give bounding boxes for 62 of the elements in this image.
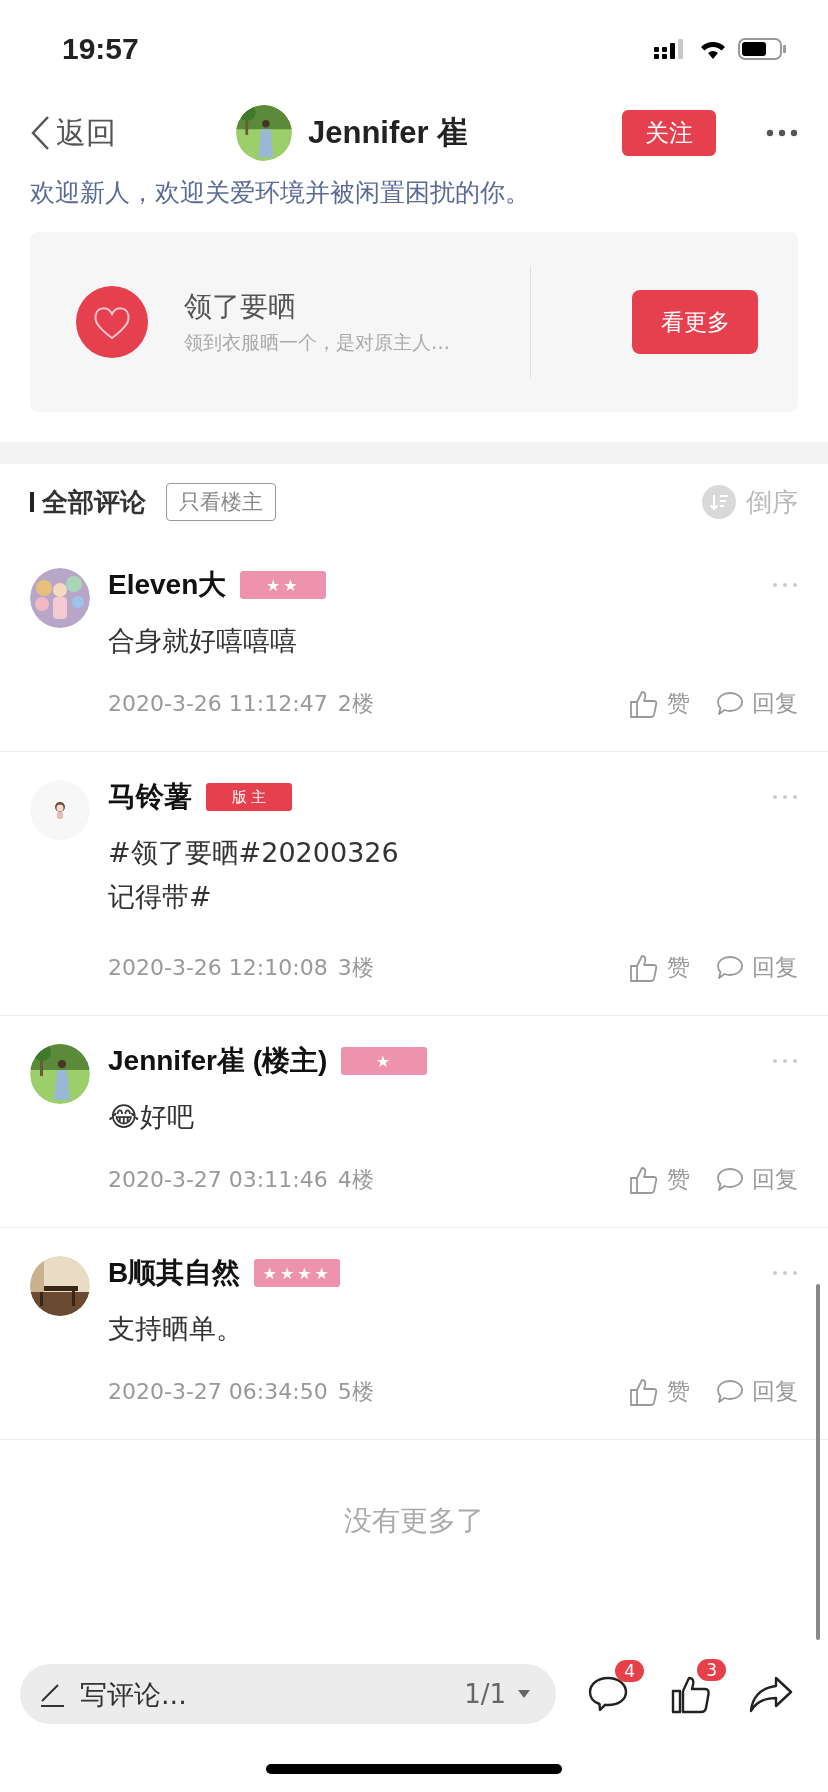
sort-icon	[702, 485, 736, 519]
comment-text: 记得带#	[108, 880, 213, 914]
comment-input[interactable]: 写评论... 1/1	[20, 1664, 556, 1724]
reply-button[interactable]: 回复	[716, 952, 798, 983]
floor-number: 3楼	[337, 953, 374, 982]
status-time: 19:57	[62, 32, 139, 66]
topic-description: 领到衣服晒一个，是对原主人…	[184, 330, 451, 355]
comments-button[interactable]: 4	[586, 1660, 644, 1714]
user-name[interactable]: Jennifer崔 (楼主)	[108, 1042, 328, 1080]
rank-badge: ★★★★	[254, 1259, 341, 1287]
intro-text: 欢迎新人，欢迎关爱环境并被闲置困扰的你。	[30, 178, 530, 208]
reply-button[interactable]: 回复	[716, 1376, 798, 1407]
speech-bubble-icon	[716, 1378, 744, 1405]
like-button[interactable]: 赞	[629, 1164, 690, 1195]
rank-badge: ★★	[240, 571, 327, 599]
rank-badge: ★	[341, 1047, 428, 1075]
see-more-button[interactable]: 看更多	[632, 290, 758, 354]
thumbs-up-icon	[629, 688, 659, 719]
follow-button[interactable]: 关注	[622, 110, 716, 156]
comment-text: 合身就好嘻嘻嘻	[108, 624, 298, 658]
page-indicator[interactable]: 1/1	[464, 1679, 506, 1709]
user-name[interactable]: 马铃薯	[108, 778, 192, 816]
speech-bubble-icon	[716, 954, 744, 981]
share-icon[interactable]	[748, 1674, 794, 1714]
thumbs-up-icon	[629, 952, 659, 983]
comment-time: 2020-3-27 03:11:46	[108, 1167, 328, 1192]
comment-text: #领了要晒#20200326	[108, 836, 400, 870]
section-title: 全部评论	[42, 485, 146, 519]
comment-time: 2020-3-27 06:34:50	[108, 1379, 328, 1404]
author-only-button[interactable]: 只看楼主	[166, 483, 276, 521]
moderator-badge: 版 主	[206, 783, 292, 811]
user-name[interactable]: B顺其自然	[108, 1254, 241, 1292]
floor-number: 4楼	[337, 1165, 374, 1194]
speech-bubble-icon	[716, 690, 744, 717]
comment-time: 2020-3-26 12:10:08	[108, 955, 328, 980]
topic-title: 领了要晒	[184, 289, 297, 325]
caret-icon[interactable]	[518, 1690, 530, 1698]
comment-text: 😂好吧	[108, 1100, 195, 1134]
like-button[interactable]: 赞	[629, 952, 690, 983]
speech-bubble-icon	[716, 1166, 744, 1193]
like-button[interactable]: 3	[670, 1659, 726, 1715]
reply-button[interactable]: 回复	[716, 1164, 798, 1195]
section-marker	[30, 492, 34, 512]
page-title: Jennifer 崔	[308, 114, 469, 152]
end-of-list-text: 没有更多了	[344, 1503, 484, 1539]
thumbs-up-icon	[629, 1164, 659, 1195]
battery-icon	[738, 38, 786, 60]
comment-text: 支持晒单。	[108, 1312, 244, 1346]
floor-number: 2楼	[337, 689, 374, 718]
user-name[interactable]: Eleven大	[108, 566, 227, 604]
topic-card[interactable]: 领了要晒 领到衣服晒一个，是对原主人… 看更多	[30, 232, 798, 412]
count-badge: 3	[697, 1659, 726, 1681]
back-button[interactable]: 返回	[30, 112, 116, 154]
more-icon[interactable]	[766, 129, 798, 137]
back-chevron-icon	[30, 115, 50, 151]
like-button[interactable]: 赞	[629, 688, 690, 719]
count-badge: 4	[615, 1660, 644, 1682]
reply-button[interactable]: 回复	[716, 688, 798, 719]
like-button[interactable]: 赞	[629, 1376, 690, 1407]
comment-time: 2020-3-26 11:12:47	[108, 691, 328, 716]
floor-number: 5楼	[337, 1377, 374, 1406]
thumbs-up-icon	[629, 1376, 659, 1407]
